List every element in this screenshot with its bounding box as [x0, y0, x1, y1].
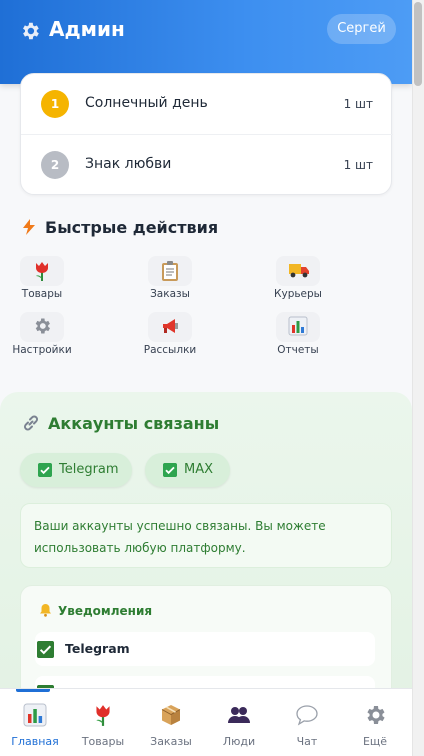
quick-action-label: Настройки — [12, 344, 72, 356]
product-quantity: 1 шт — [343, 158, 373, 172]
app-header: Админ Сергей — [0, 0, 412, 84]
people-icon — [228, 707, 250, 723]
bar-chart-icon — [23, 703, 47, 727]
success-message: Ваши аккаунты успешно связаны. Вы можете… — [20, 503, 392, 568]
rank-badge-silver: 2 — [41, 151, 69, 179]
tulip-icon — [96, 705, 110, 726]
quick-action-reports[interactable]: Отчеты — [262, 312, 334, 360]
quick-actions-title: Быстрые действия — [45, 218, 219, 237]
notifications-heading: Уведомления — [39, 603, 152, 618]
nav-label: Люди — [222, 735, 256, 748]
speech-bubble-icon — [296, 705, 318, 726]
rank-badge-gold: 1 — [41, 90, 69, 118]
nav-label: Чат — [296, 735, 318, 748]
quick-actions-heading: Быстрые действия — [22, 218, 218, 237]
gear-icon — [23, 22, 39, 40]
chip-label: MAX — [184, 462, 214, 477]
quick-action-label: Курьеры — [274, 288, 322, 300]
nav-products[interactable]: Товары — [69, 689, 137, 756]
page-title: Админ — [49, 17, 125, 41]
linked-accounts-section: Аккаунты связаны Telegram MAX Ваши аккау… — [0, 392, 412, 725]
quick-action-label: Отчеты — [277, 344, 319, 356]
chip-label: Telegram — [59, 462, 119, 477]
gear-icon — [20, 312, 64, 342]
quick-action-couriers[interactable]: Курьеры — [262, 256, 334, 304]
clipboard-icon — [148, 256, 192, 286]
nav-more[interactable]: Ещё — [341, 689, 409, 756]
product-name: Солнечный день — [85, 95, 208, 111]
lightning-icon — [23, 219, 35, 235]
megaphone-icon — [148, 312, 192, 342]
check-icon — [163, 463, 177, 477]
link-icon — [23, 415, 39, 431]
truck-icon — [276, 256, 320, 286]
nav-label: Ещё — [362, 735, 388, 748]
quick-action-products[interactable]: Товары — [6, 256, 78, 304]
nav-chat[interactable]: Чат — [273, 689, 341, 756]
check-icon — [38, 463, 52, 477]
linked-accounts-heading: Аккаунты связаны — [22, 414, 219, 433]
page: Админ Сергей 1 Солнечный день 1 шт 2 Зна… — [0, 0, 412, 756]
bell-icon — [40, 604, 51, 617]
nav-label: Товары — [81, 735, 125, 748]
quick-action-settings[interactable]: Настройки — [6, 312, 78, 360]
quick-action-label: Товары — [21, 288, 63, 300]
nav-label: Заказы — [150, 735, 192, 748]
quick-action-label: Заказы — [150, 288, 190, 300]
linked-accounts-title: Аккаунты связаны — [48, 414, 220, 433]
tulip-icon — [20, 256, 64, 286]
product-quantity: 1 шт — [343, 97, 373, 111]
notifications-title: Уведомления — [58, 604, 153, 618]
telegram-chip[interactable]: Telegram — [20, 453, 132, 487]
bottom-navigation: Главная Товары Заказы Люди Чат Ещё — [0, 688, 412, 756]
list-item[interactable]: 2 Знак любви 1 шт — [21, 135, 393, 196]
checkbox-checked[interactable] — [37, 641, 54, 658]
notification-label: Telegram — [65, 641, 130, 656]
top-products-card: 1 Солнечный день 1 шт 2 Знак любви 1 шт — [20, 73, 393, 196]
max-chip[interactable]: MAX — [145, 453, 230, 487]
nav-orders[interactable]: Заказы — [137, 689, 205, 756]
notification-toggle-telegram[interactable]: Telegram — [35, 632, 375, 666]
scrollbar[interactable] — [412, 0, 424, 756]
quick-action-label: Рассылки — [143, 344, 197, 356]
gear-icon — [367, 706, 385, 724]
product-name: Знак любви — [85, 156, 172, 172]
nav-label: Главная — [11, 735, 59, 748]
package-icon — [161, 705, 181, 725]
list-item[interactable]: 1 Солнечный день 1 шт — [21, 74, 393, 135]
nav-home[interactable]: Главная — [1, 689, 69, 756]
user-button[interactable]: Сергей — [327, 14, 396, 44]
quick-action-mailings[interactable]: Рассылки — [134, 312, 206, 360]
nav-people[interactable]: Люди — [205, 689, 273, 756]
scrollbar-thumb[interactable] — [414, 2, 422, 86]
quick-action-orders[interactable]: Заказы — [134, 256, 206, 304]
bar-chart-icon — [276, 312, 320, 342]
